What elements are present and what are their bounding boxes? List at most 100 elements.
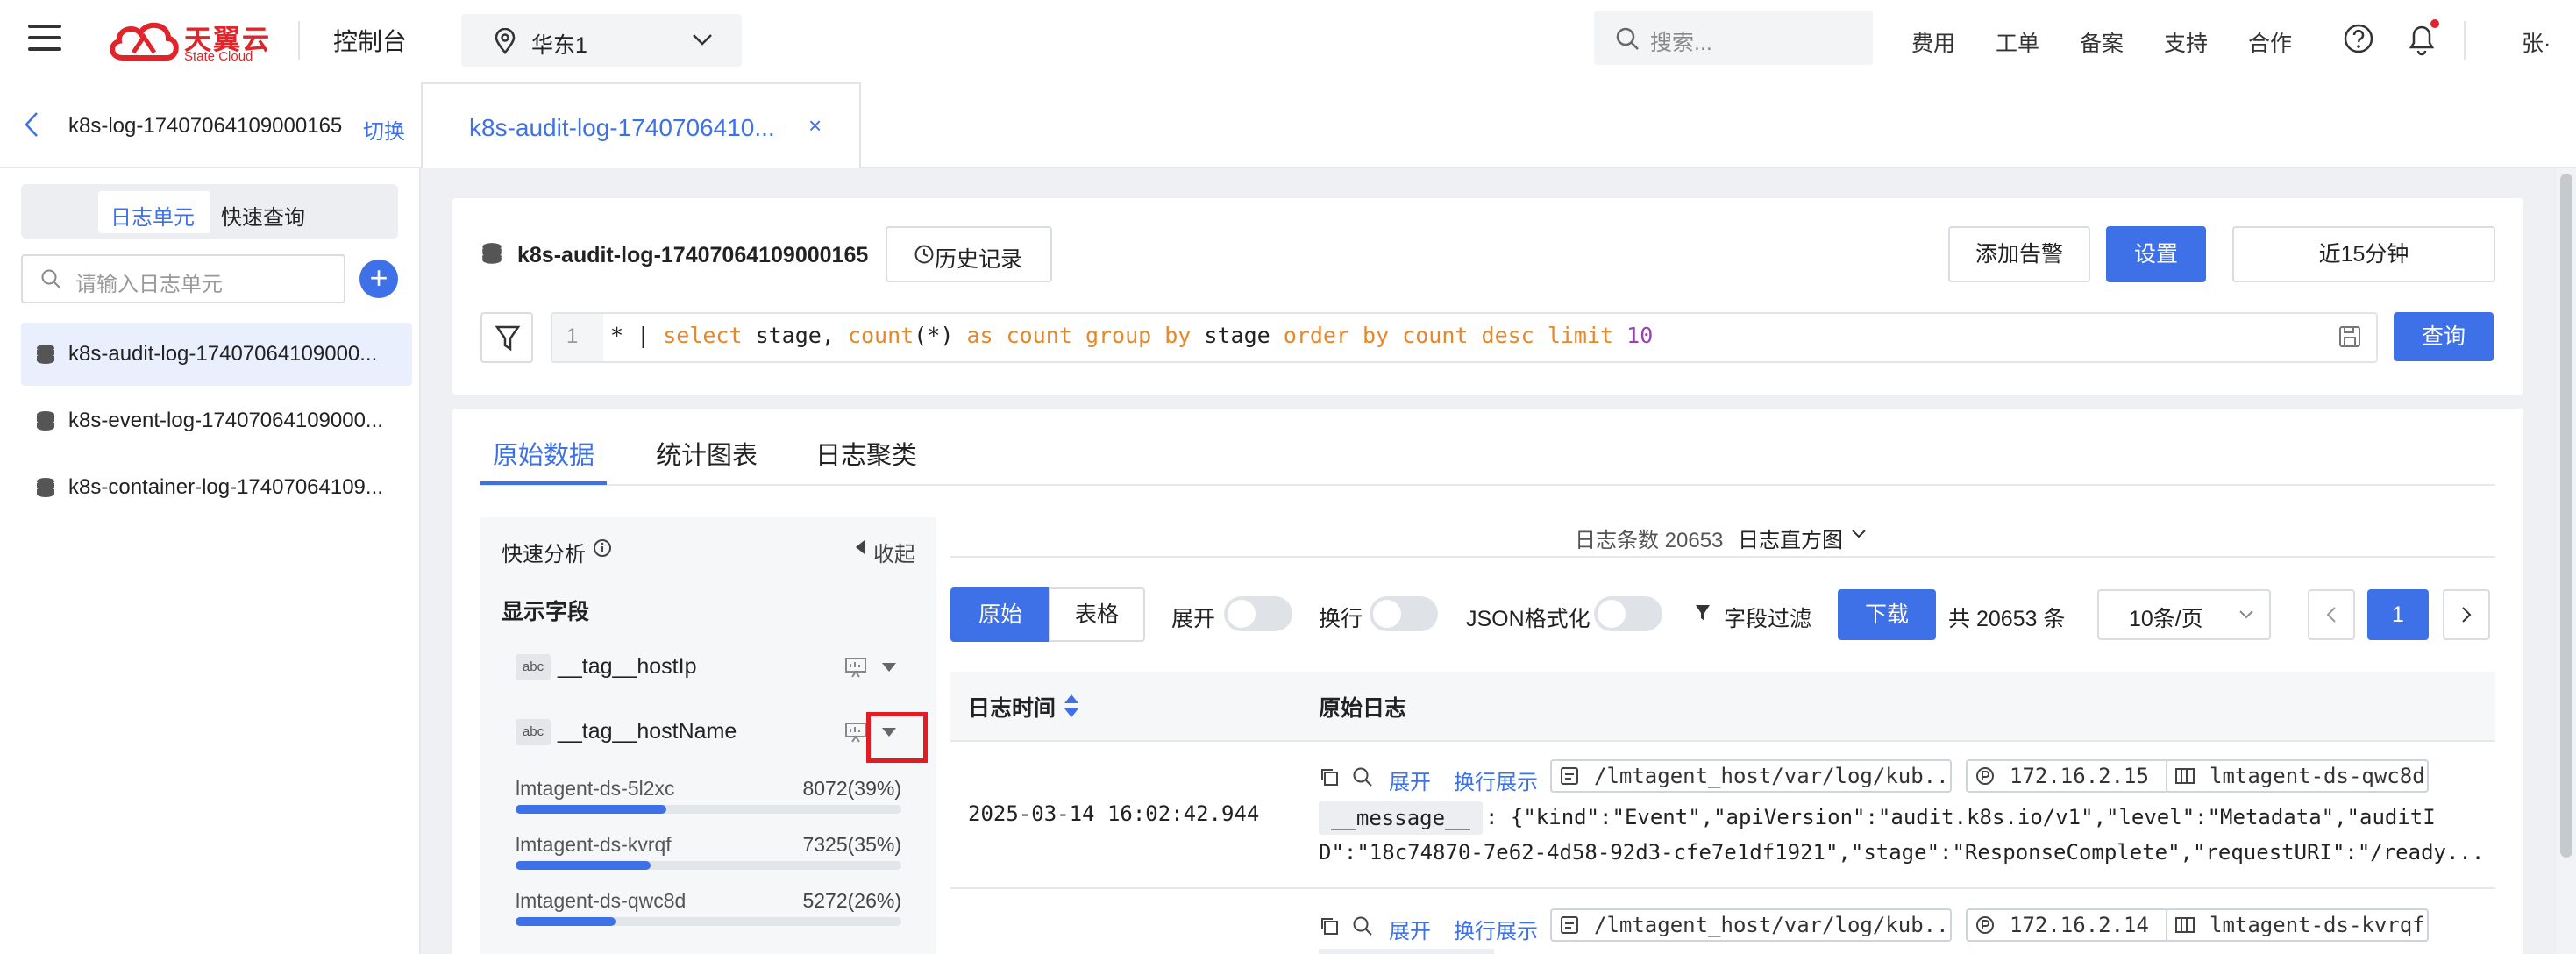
- nav-billing[interactable]: 费用: [1911, 26, 1955, 58]
- save-query-icon[interactable]: [2338, 324, 2362, 349]
- path-tag[interactable]: /lmtagent_host/var/log/kub...: [1550, 759, 1952, 793]
- copy-icon[interactable]: [1319, 766, 1340, 787]
- user-menu[interactable]: 张·: [2522, 26, 2551, 58]
- chevron-right-icon: [2462, 607, 2472, 623]
- info-icon[interactable]: [593, 538, 612, 558]
- nav-filing[interactable]: 备案: [2080, 26, 2124, 58]
- value-bar-fill: [516, 917, 616, 926]
- settings-button[interactable]: 设置: [2106, 226, 2206, 282]
- tab-statistics-chart[interactable]: 统计图表: [656, 435, 758, 472]
- query-token: [1072, 323, 1085, 348]
- host-tag[interactable]: lmtagent-ds-qwc8d: [2166, 759, 2429, 793]
- expand-link[interactable]: 展开: [1389, 765, 1431, 795]
- nav-tickets[interactable]: 工单: [1996, 26, 2039, 58]
- ip-tag-text: 172.16.2.14: [2010, 913, 2149, 937]
- copy-icon[interactable]: [1319, 915, 1340, 936]
- chart-stats-icon[interactable]: [843, 656, 868, 679]
- add-alert-button[interactable]: 添加告警: [1948, 226, 2090, 282]
- query-token: [1534, 323, 1548, 348]
- search-icon: [41, 269, 60, 288]
- add-log-unit-button[interactable]: +: [359, 260, 398, 298]
- query-token: count: [1402, 323, 1469, 348]
- path-tag-text: /lmtagent_host/var/log/kub...: [1594, 764, 1952, 788]
- query-token: order by: [1283, 323, 1390, 348]
- query-token: select: [663, 323, 743, 348]
- active-tab-indicator: [480, 481, 607, 485]
- query-token: stage,: [742, 323, 848, 348]
- value-label[interactable]: lmtagent-ds-qwc8d: [516, 889, 686, 913]
- path-tag[interactable]: /lmtagent_host/var/log/kub...: [1550, 908, 1952, 942]
- quick-analysis-title: 快速分析: [502, 543, 586, 566]
- wrap-display-link[interactable]: 换行展示: [1454, 914, 1538, 944]
- location-pin-icon: [495, 28, 516, 54]
- current-page[interactable]: 1: [2367, 589, 2429, 640]
- view-raw-button[interactable]: 原始: [950, 587, 1050, 642]
- value-count: 8072(39%): [802, 777, 901, 800]
- host-tag[interactable]: lmtagent-ds-kvrqf: [2166, 908, 2429, 942]
- tab-close-icon[interactable]: ×: [808, 112, 822, 139]
- help-icon[interactable]: [2343, 23, 2374, 54]
- histogram-toggle[interactable]: 日志直方图: [1738, 523, 1843, 553]
- wrap-display-link[interactable]: 换行展示: [1454, 765, 1538, 795]
- divider: [298, 21, 300, 60]
- current-log-unit-name: k8s-audit-log-17407064109000165: [517, 243, 869, 267]
- message-text-line2: D":"18c74870-7e62-4d58-92d3-cfe7e1df1921…: [1319, 840, 2485, 865]
- log-count: 日志条数 20653: [1575, 529, 1724, 552]
- download-button[interactable]: 下载: [1838, 589, 1936, 640]
- tab-log-clustering[interactable]: 日志聚类: [815, 435, 917, 472]
- back-arrow-icon[interactable]: [23, 110, 40, 139]
- wrap-label: 换行: [1319, 607, 1363, 631]
- sort-icon[interactable]: [1063, 693, 1080, 719]
- database-icon: [482, 243, 502, 264]
- ip-tag[interactable]: 172.16.2.14: [1966, 908, 2169, 942]
- value-bar: [516, 805, 901, 814]
- state-cloud-logo-icon: [110, 23, 179, 61]
- expand-toggle[interactable]: [1224, 596, 1292, 631]
- value-label[interactable]: lmtagent-ds-kvrqf: [516, 833, 672, 857]
- expand-link[interactable]: 展开: [1389, 914, 1431, 944]
- chart-stats-icon[interactable]: [843, 721, 868, 744]
- view-table-button[interactable]: 表格: [1049, 587, 1145, 642]
- query-token: * |: [610, 323, 664, 348]
- console-title[interactable]: 控制台: [333, 23, 407, 58]
- run-query-button[interactable]: 查询: [2394, 312, 2494, 361]
- hamburger-menu-icon[interactable]: [28, 25, 61, 54]
- search-icon[interactable]: [1352, 915, 1373, 936]
- query-token: (*): [914, 323, 967, 348]
- file-icon: [1561, 916, 1578, 934]
- brand-english: State Cloud: [184, 49, 253, 64]
- value-bar-fill: [516, 805, 666, 814]
- table-header: [950, 672, 2495, 742]
- row-divider: [950, 887, 2495, 889]
- field-host-ip[interactable]: __tag__hostIp: [558, 654, 696, 680]
- caret-down-icon[interactable]: [880, 661, 898, 673]
- nav-support[interactable]: 支持: [2164, 26, 2208, 58]
- switch-project-link[interactable]: 切换: [363, 114, 405, 145]
- ip-tag[interactable]: 172.16.2.15: [1966, 759, 2169, 793]
- server-icon: [2175, 768, 2195, 784]
- nav-partner[interactable]: 合作: [2248, 26, 2292, 58]
- page-scrollbar-thumb[interactable]: [2560, 174, 2572, 858]
- value-label[interactable]: lmtagent-ds-5l2xc: [516, 777, 675, 801]
- field-filter-button[interactable]: 字段过滤: [1724, 602, 1811, 633]
- collapse-button[interactable]: 收起: [873, 537, 915, 567]
- column-log-time[interactable]: 日志时间: [968, 691, 1056, 723]
- query-token: group by: [1085, 323, 1192, 348]
- query-token: [1613, 323, 1626, 348]
- server-icon: [2175, 917, 2195, 933]
- ip-icon: [1976, 767, 1994, 785]
- segment-quick-query[interactable]: 快速查询: [221, 200, 305, 231]
- segment-log-units[interactable]: 日志单元: [110, 200, 195, 231]
- chevron-down-icon: [2239, 610, 2253, 619]
- search-icon[interactable]: [1352, 766, 1373, 787]
- json-format-toggle[interactable]: [1594, 596, 1662, 631]
- display-fields-title: 显示字段: [502, 600, 590, 624]
- query-token: as: [966, 323, 993, 348]
- wrap-toggle[interactable]: [1370, 596, 1438, 631]
- tab-raw-data[interactable]: 原始数据: [493, 435, 594, 472]
- query-token: [993, 323, 1007, 348]
- time-range-button[interactable]: 近15分钟: [2232, 226, 2495, 282]
- field-host-name[interactable]: __tag__hostName: [558, 719, 737, 744]
- log-time-cell: 2025-03-14 16:02:42.944: [968, 801, 1260, 826]
- query-token: 10: [1626, 323, 1654, 348]
